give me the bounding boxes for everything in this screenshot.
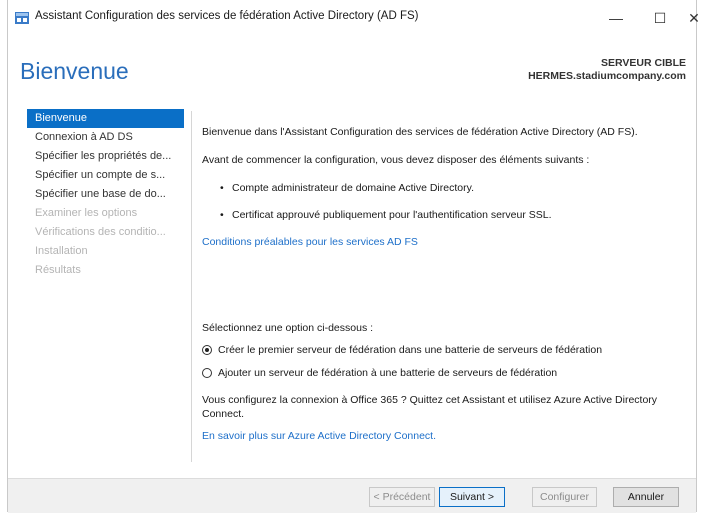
nav-item-proprietes-service[interactable]: Spécifier les propriétés de... (27, 147, 184, 166)
office365-note-line1: Vous configurez la connexion à Office 36… (202, 394, 658, 406)
nav-item-verifications: Vérifications des conditio... (35, 226, 166, 238)
maximize-icon[interactable]: ☐ (640, 5, 680, 31)
content-divider (191, 111, 192, 462)
target-server-label: SERVEUR CIBLE (601, 57, 686, 69)
page-title: Bienvenue (20, 58, 129, 84)
adfs-app-icon (15, 11, 29, 24)
nav-item-bienvenue[interactable]: Bienvenue (27, 109, 184, 128)
previous-button[interactable]: < Précédent (369, 487, 435, 507)
select-option-label: Sélectionnez une option ci-dessous : (202, 322, 374, 334)
configure-button[interactable]: Configurer (532, 487, 597, 507)
wizard-window: Assistant Configuration des services de … (7, 0, 700, 513)
bullet-domain-admin-text: Compte administrateur de domaine Active … (232, 182, 474, 194)
title-bar[interactable]: Assistant Configuration des services de … (8, 0, 700, 34)
wizard-steps-nav: Bienvenue Connexion à AD DS Spécifier le… (27, 109, 184, 280)
option-add-server[interactable]: Ajouter un serveur de fédération à une b… (202, 367, 557, 379)
nav-item-compte-service[interactable]: Spécifier un compte de s... (27, 166, 184, 185)
target-server-info: SERVEUR CIBLE HERMES.stadiumcompany.com (528, 57, 686, 83)
cancel-button[interactable]: Annuler (613, 487, 679, 507)
close-icon[interactable]: ✕ (684, 5, 704, 31)
office365-note-line2: Connect. (202, 408, 245, 420)
option-create-first-server-label[interactable]: Créer le premier serveur de fédération d… (218, 344, 602, 356)
option-create-first-server[interactable]: Créer le premier serveur de fédération d… (202, 344, 602, 356)
welcome-text: Bienvenue dans l'Assistant Configuration… (202, 126, 638, 138)
bullet-ssl-cert: • Certificat approuvé publiquement pour l… (220, 209, 552, 221)
nav-item-base-donnees[interactable]: Spécifier une base de do... (27, 185, 184, 204)
minimize-icon[interactable]: — (596, 5, 636, 31)
nav-item-connexion-ad-ds[interactable]: Connexion à AD DS (27, 128, 184, 147)
radio-create-first-server[interactable] (202, 345, 212, 355)
button-bar: < Précédent Suivant > Configurer Annuler (8, 478, 696, 513)
nav-item-examiner-options: Examiner les options (35, 207, 138, 219)
option-add-server-label[interactable]: Ajouter un serveur de fédération à une b… (218, 367, 557, 379)
bullet-ssl-cert-text: Certificat approuvé publiquement pour l'… (232, 209, 552, 221)
radio-add-server[interactable] (202, 368, 212, 378)
prerequisites-link[interactable]: Conditions préalables pour les services … (202, 236, 418, 248)
window-title: Assistant Configuration des services de … (35, 10, 419, 22)
azure-ad-connect-link[interactable]: En savoir plus sur Azure Active Director… (202, 430, 436, 442)
nav-item-resultats: Résultats (35, 264, 81, 276)
bullet-domain-admin: • Compte administrateur de domaine Active… (220, 182, 474, 194)
target-server-name: HERMES.stadiumcompany.com (528, 70, 686, 82)
next-button[interactable]: Suivant > (439, 487, 505, 507)
prerequisites-intro: Avant de commencer la configuration, vou… (202, 154, 590, 166)
nav-item-installation: Installation (35, 245, 88, 257)
